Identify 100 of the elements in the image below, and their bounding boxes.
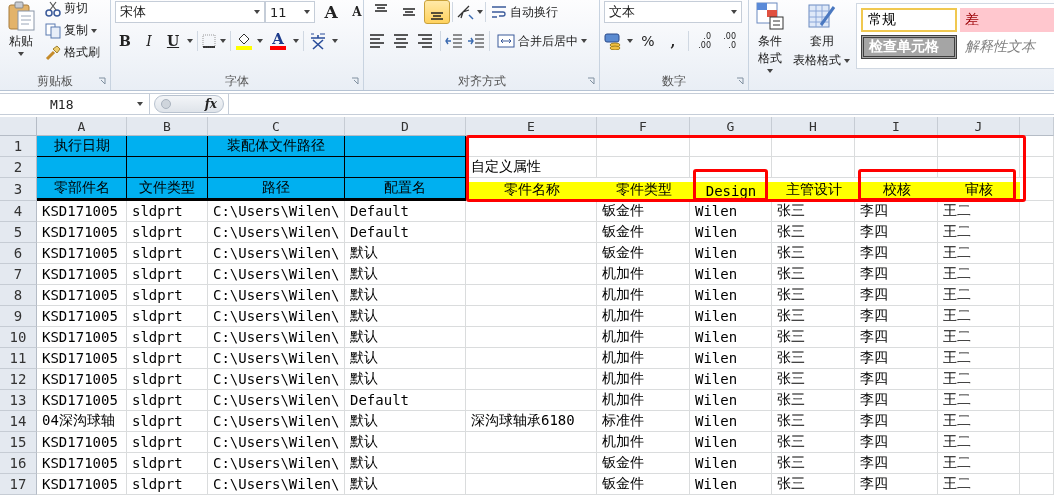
dialog-launcher-icon[interactable] [98, 77, 106, 85]
row-header[interactable]: 14 [0, 411, 37, 432]
table-cell: 李四 [855, 369, 938, 390]
grow-font-button[interactable]: A [321, 1, 341, 23]
table-cell: 李四 [855, 285, 938, 306]
group-label: 剪贴板 [37, 72, 73, 90]
table-cell: KSD171005 [37, 285, 127, 306]
currency-icon[interactable] [604, 32, 622, 50]
phonetic-guide-icon[interactable] [308, 32, 328, 50]
align-bottom-icon [430, 12, 444, 20]
row-header[interactable]: 6 [0, 243, 37, 264]
conditional-format-button[interactable]: 条件格式 [753, 0, 787, 90]
row-header[interactable]: 12 [0, 369, 37, 390]
row-header[interactable]: 8 [0, 285, 37, 306]
row-header[interactable]: 11 [0, 348, 37, 369]
row-header[interactable]: 5 [0, 222, 37, 243]
format-as-table-button[interactable]: 套用 表格格式 [791, 0, 852, 90]
row-header[interactable]: 4 [0, 201, 37, 222]
table-cell: 张三 [772, 285, 855, 306]
table-cell: sldprt [127, 432, 208, 453]
row-header[interactable]: 16 [0, 453, 37, 474]
table-cell: C:\Users\Wilen\ [208, 243, 345, 264]
vertical-align-button[interactable] [424, 0, 450, 24]
comma-button[interactable]: , [663, 30, 683, 52]
cell-style-option[interactable]: 差 [960, 8, 1054, 32]
table-cell: 王二 [938, 453, 1020, 474]
empty-cell [1020, 157, 1054, 178]
caret-icon [18, 52, 24, 56]
italic-button[interactable]: I [139, 30, 159, 52]
table-cell: 钣金件 [597, 201, 690, 222]
cell-style-option[interactable]: 常规 [861, 8, 957, 32]
shrink-font-button[interactable]: A [347, 1, 367, 23]
resize-handle[interactable] [161, 99, 171, 109]
row-header[interactable]: 3 [0, 178, 37, 201]
table-cell: Wilen [690, 222, 772, 243]
empty-cell [1020, 474, 1054, 495]
column-header[interactable]: E [466, 117, 597, 136]
decrease-decimal-button[interactable]: .00 .0 [719, 30, 739, 52]
caret-icon [187, 39, 193, 43]
table-cell: 王二 [938, 432, 1020, 453]
increase-decimal-button[interactable]: .0 .00 [694, 30, 714, 52]
table-cell: 04深沟球轴 [37, 411, 127, 432]
table-cell: sldprt [127, 201, 208, 222]
table-cell: 李四 [855, 264, 938, 285]
empty-cell [1020, 243, 1054, 264]
insert-function-button[interactable]: fx [204, 97, 217, 111]
row-header[interactable]: 10 [0, 327, 37, 348]
number-format-dropdown[interactable]: 文本 [604, 1, 742, 23]
bold-button[interactable]: B [115, 30, 135, 52]
table-cell: Wilen [690, 327, 772, 348]
column-header[interactable]: B [127, 117, 208, 136]
font-name-dropdown[interactable]: 宋体 [115, 1, 265, 23]
table-cell: sldprt [127, 453, 208, 474]
dialog-launcher-icon[interactable] [587, 77, 595, 85]
row-header[interactable]: 13 [0, 390, 37, 411]
row-header[interactable]: 15 [0, 432, 37, 453]
font-size-dropdown[interactable]: 11 [265, 1, 315, 23]
font-color-button[interactable]: A [267, 30, 289, 52]
table-cell: C:\Users\Wilen\ [208, 201, 345, 222]
table-cell: sldprt [127, 243, 208, 264]
table-cell: Default [345, 390, 466, 411]
paste-button[interactable]: 粘贴 [4, 0, 38, 72]
table-cell: 李四 [855, 432, 938, 453]
text-orientation-icon[interactable] [455, 3, 475, 21]
name-box[interactable]: M18 [0, 94, 150, 114]
merge-center-button[interactable]: 合并后居中 [494, 31, 590, 51]
column-header[interactable]: D [345, 117, 466, 136]
table-cell: 张三 [772, 432, 855, 453]
dialog-launcher-icon[interactable] [351, 77, 359, 85]
scissors-icon [45, 0, 61, 17]
percent-button[interactable]: % [638, 30, 658, 52]
column-header[interactable]: A [37, 117, 127, 136]
dialog-launcher-icon[interactable] [736, 77, 744, 85]
column-header[interactable]: C [208, 117, 345, 136]
table-cell: 默认 [345, 348, 466, 369]
table-cell: 默认 [345, 327, 466, 348]
table-cell: 机加件 [597, 432, 690, 453]
table-cell: 机加件 [597, 285, 690, 306]
underline-button[interactable]: U [163, 30, 183, 52]
ribbon-button[interactable]: 剪切 [42, 0, 103, 18]
border-icon[interactable] [202, 34, 216, 48]
increase-indent-icon[interactable] [467, 32, 485, 50]
ribbon-button[interactable]: 复制 [42, 21, 103, 40]
row-header[interactable]: 2 [0, 157, 37, 178]
caret-icon [304, 10, 310, 14]
wrap-text-button[interactable]: 自动换行 [488, 2, 561, 22]
table-cell: C:\Users\Wilen\ [208, 327, 345, 348]
table-cell: 钣金件 [597, 453, 690, 474]
table-cell: Wilen [690, 453, 772, 474]
row-header[interactable]: 9 [0, 306, 37, 327]
table-cell: 王二 [938, 348, 1020, 369]
ribbon-button[interactable]: 格式刷 [42, 43, 103, 62]
fill-color-icon[interactable] [235, 32, 253, 50]
row-header[interactable]: 17 [0, 474, 37, 495]
table-cell: KSD171005 [37, 432, 127, 453]
table-cell: sldprt [127, 327, 208, 348]
header-cell: 配置名 [345, 178, 466, 201]
decrease-indent-icon[interactable] [445, 32, 463, 50]
row-header[interactable]: 1 [0, 136, 37, 157]
row-header[interactable]: 7 [0, 264, 37, 285]
